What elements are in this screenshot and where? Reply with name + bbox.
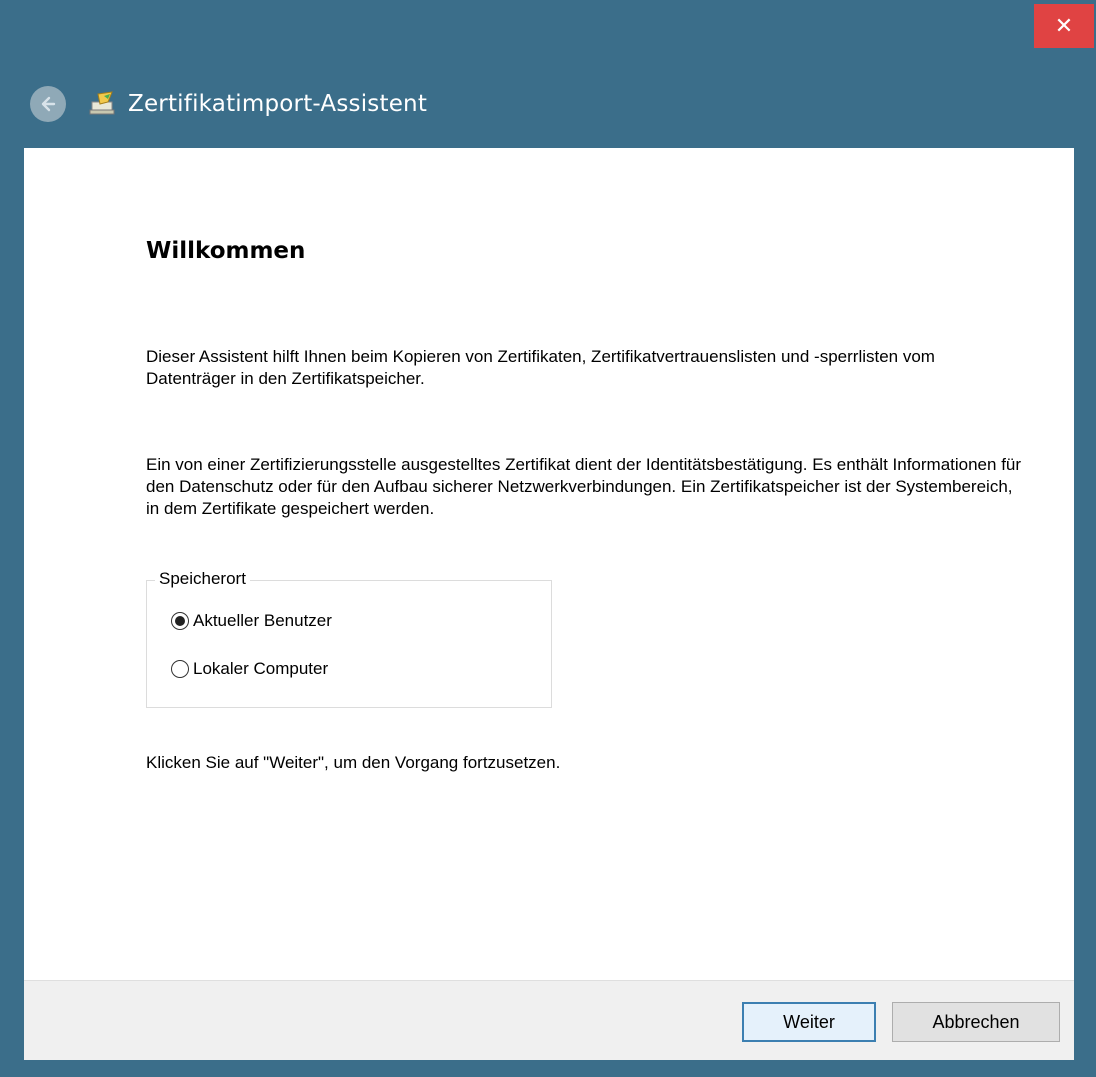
radio-button-unchecked[interactable] (171, 660, 189, 678)
continue-hint: Klicken Sie auf "Weiter", um den Vorgang… (146, 753, 561, 772)
close-icon: ✕ (1054, 13, 1074, 39)
wizard-page: Willkommen Dieser Assistent hilft Ihnen … (24, 148, 1074, 728)
radio-button-checked[interactable] (171, 612, 189, 630)
wizard-window: ✕ Zertifikatimport-Assistent Willkommen … (0, 0, 1096, 1077)
radio-current-user[interactable]: Aktueller Benutzer (171, 611, 332, 631)
back-arrow-icon (41, 96, 56, 112)
radio-local-computer[interactable]: Lokaler Computer (171, 659, 328, 679)
close-button[interactable]: ✕ (1034, 4, 1094, 48)
store-location-group: Speicherort Aktueller Benutzer Lokaler C… (146, 569, 552, 708)
title-bar: Zertifikatimport-Assistent (30, 80, 427, 128)
wizard-footer: Klicken Sie auf "Weiter", um den Vorgang… (24, 728, 1074, 1060)
radio-label-current-user[interactable]: Aktueller Benutzer (193, 611, 332, 631)
intro-text: Dieser Assistent hilft Ihnen beim Kopier… (146, 347, 935, 388)
certificate-wizard-icon (89, 91, 115, 115)
description-text: Ein von einer Zertifizierungsstelle ausg… (146, 455, 1022, 518)
next-button[interactable]: Weiter (742, 1002, 876, 1042)
store-location-legend: Speicherort (155, 569, 250, 589)
radio-dot (175, 616, 185, 626)
radio-label-local-computer[interactable]: Lokaler Computer (193, 659, 328, 679)
window-title: Zertifikatimport-Assistent (128, 91, 428, 117)
page-heading: Willkommen (146, 238, 306, 264)
cancel-button[interactable]: Abbrechen (892, 1002, 1060, 1042)
button-bar: Weiter Abbrechen (24, 980, 1074, 1060)
back-button[interactable] (30, 86, 66, 122)
